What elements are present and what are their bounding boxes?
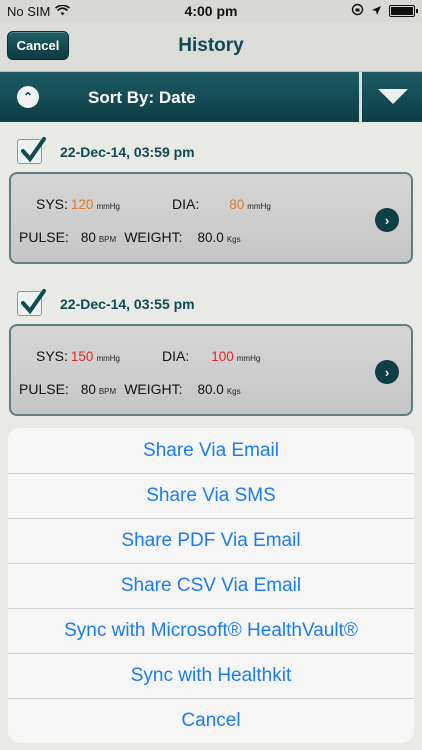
- share-email-button[interactable]: Share Via Email: [8, 428, 414, 473]
- carrier: No SIM: [7, 3, 71, 19]
- reading-card[interactable]: SYS: 120 mmHg DIA: 80 mmHg PULSE: 80 BPM…: [9, 172, 413, 264]
- dia-value: 80: [229, 197, 245, 212]
- sort-bar[interactable]: ⌃ Sort By: Date: [0, 72, 422, 122]
- wifi-icon: [55, 3, 71, 19]
- reading-card[interactable]: SYS: 150 mmHg DIA: 100 mmHg PULSE: 80 BP…: [9, 324, 413, 416]
- dia-unit: mmHg: [236, 354, 261, 363]
- bp-row: SYS: 150 mmHg DIA: 100 mmHg: [36, 348, 260, 364]
- sys-value: 120: [70, 197, 94, 212]
- sys-label: SYS:: [36, 348, 68, 364]
- weight-value: 80.0: [197, 230, 224, 245]
- bp-row: SYS: 120 mmHg DIA: 80 mmHg: [36, 196, 271, 212]
- sys-label: SYS:: [36, 196, 68, 212]
- share-csv-email-button[interactable]: Share CSV Via Email: [8, 563, 414, 608]
- carrier-label: No SIM: [7, 3, 51, 19]
- pulse-value: 80: [80, 230, 96, 245]
- weight-value: 80.0: [197, 382, 224, 397]
- pulse-value: 80: [80, 382, 96, 397]
- action-sheet: Share Via Email Share Via SMS Share PDF …: [8, 428, 414, 743]
- entry-header: 22-Dec-14, 03:59 pm: [17, 137, 195, 164]
- location-icon: [371, 4, 382, 19]
- chevron-right-icon[interactable]: ›: [375, 360, 399, 384]
- pulse-unit: BPM: [98, 387, 117, 396]
- sort-label: Sort By: Date: [88, 88, 196, 107]
- orientation-lock-icon: [351, 3, 364, 19]
- dia-label: DIA:: [172, 196, 200, 212]
- checkmark-icon: [21, 137, 46, 163]
- share-sms-button[interactable]: Share Via SMS: [8, 473, 414, 518]
- nav-bar: Cancel History: [0, 22, 422, 72]
- weight-label: WEIGHT:: [124, 381, 183, 397]
- sys-unit: mmHg: [96, 354, 120, 363]
- sheet-cancel-button[interactable]: Cancel: [8, 698, 414, 743]
- dia-label: DIA:: [162, 348, 190, 364]
- battery-icon: [389, 5, 418, 17]
- share-pdf-email-button[interactable]: Share PDF Via Email: [8, 518, 414, 563]
- entry-date: 22-Dec-14, 03:55 pm: [60, 295, 195, 312]
- sync-healthkit-button[interactable]: Sync with Healthkit: [8, 653, 414, 698]
- sys-value: 150: [70, 349, 94, 364]
- sync-healthvault-button[interactable]: Sync with Microsoft® HealthVault®: [8, 608, 414, 653]
- page-title: History: [178, 35, 244, 56]
- vitals-row: PULSE: 80 BPM WEIGHT: 80.0 Kgs: [19, 229, 241, 245]
- dia-unit: mmHg: [247, 202, 271, 211]
- checkmark-icon: [21, 289, 46, 315]
- weight-unit: Kgs: [226, 387, 241, 396]
- status-right: [351, 3, 418, 19]
- entry-checkbox[interactable]: [17, 289, 46, 316]
- sort-ascending-icon[interactable]: ⌃: [17, 86, 39, 108]
- pulse-label: PULSE:: [19, 229, 69, 245]
- status-bar: No SIM 4:00 pm: [0, 0, 422, 22]
- sort-dropdown-icon[interactable]: [378, 89, 408, 104]
- pulse-label: PULSE:: [19, 381, 69, 397]
- entry-date: 22-Dec-14, 03:59 pm: [60, 143, 195, 160]
- sys-unit: mmHg: [96, 202, 120, 211]
- entry-checkbox[interactable]: [17, 137, 46, 164]
- divider: [359, 72, 362, 122]
- chevron-right-icon[interactable]: ›: [375, 208, 399, 232]
- weight-unit: Kgs: [226, 235, 241, 244]
- vitals-row: PULSE: 80 BPM WEIGHT: 80.0 Kgs: [19, 381, 241, 397]
- dia-value: 100: [211, 349, 234, 364]
- entry-header: 22-Dec-14, 03:55 pm: [17, 289, 195, 316]
- pulse-unit: BPM: [98, 235, 117, 244]
- weight-label: WEIGHT:: [124, 229, 183, 245]
